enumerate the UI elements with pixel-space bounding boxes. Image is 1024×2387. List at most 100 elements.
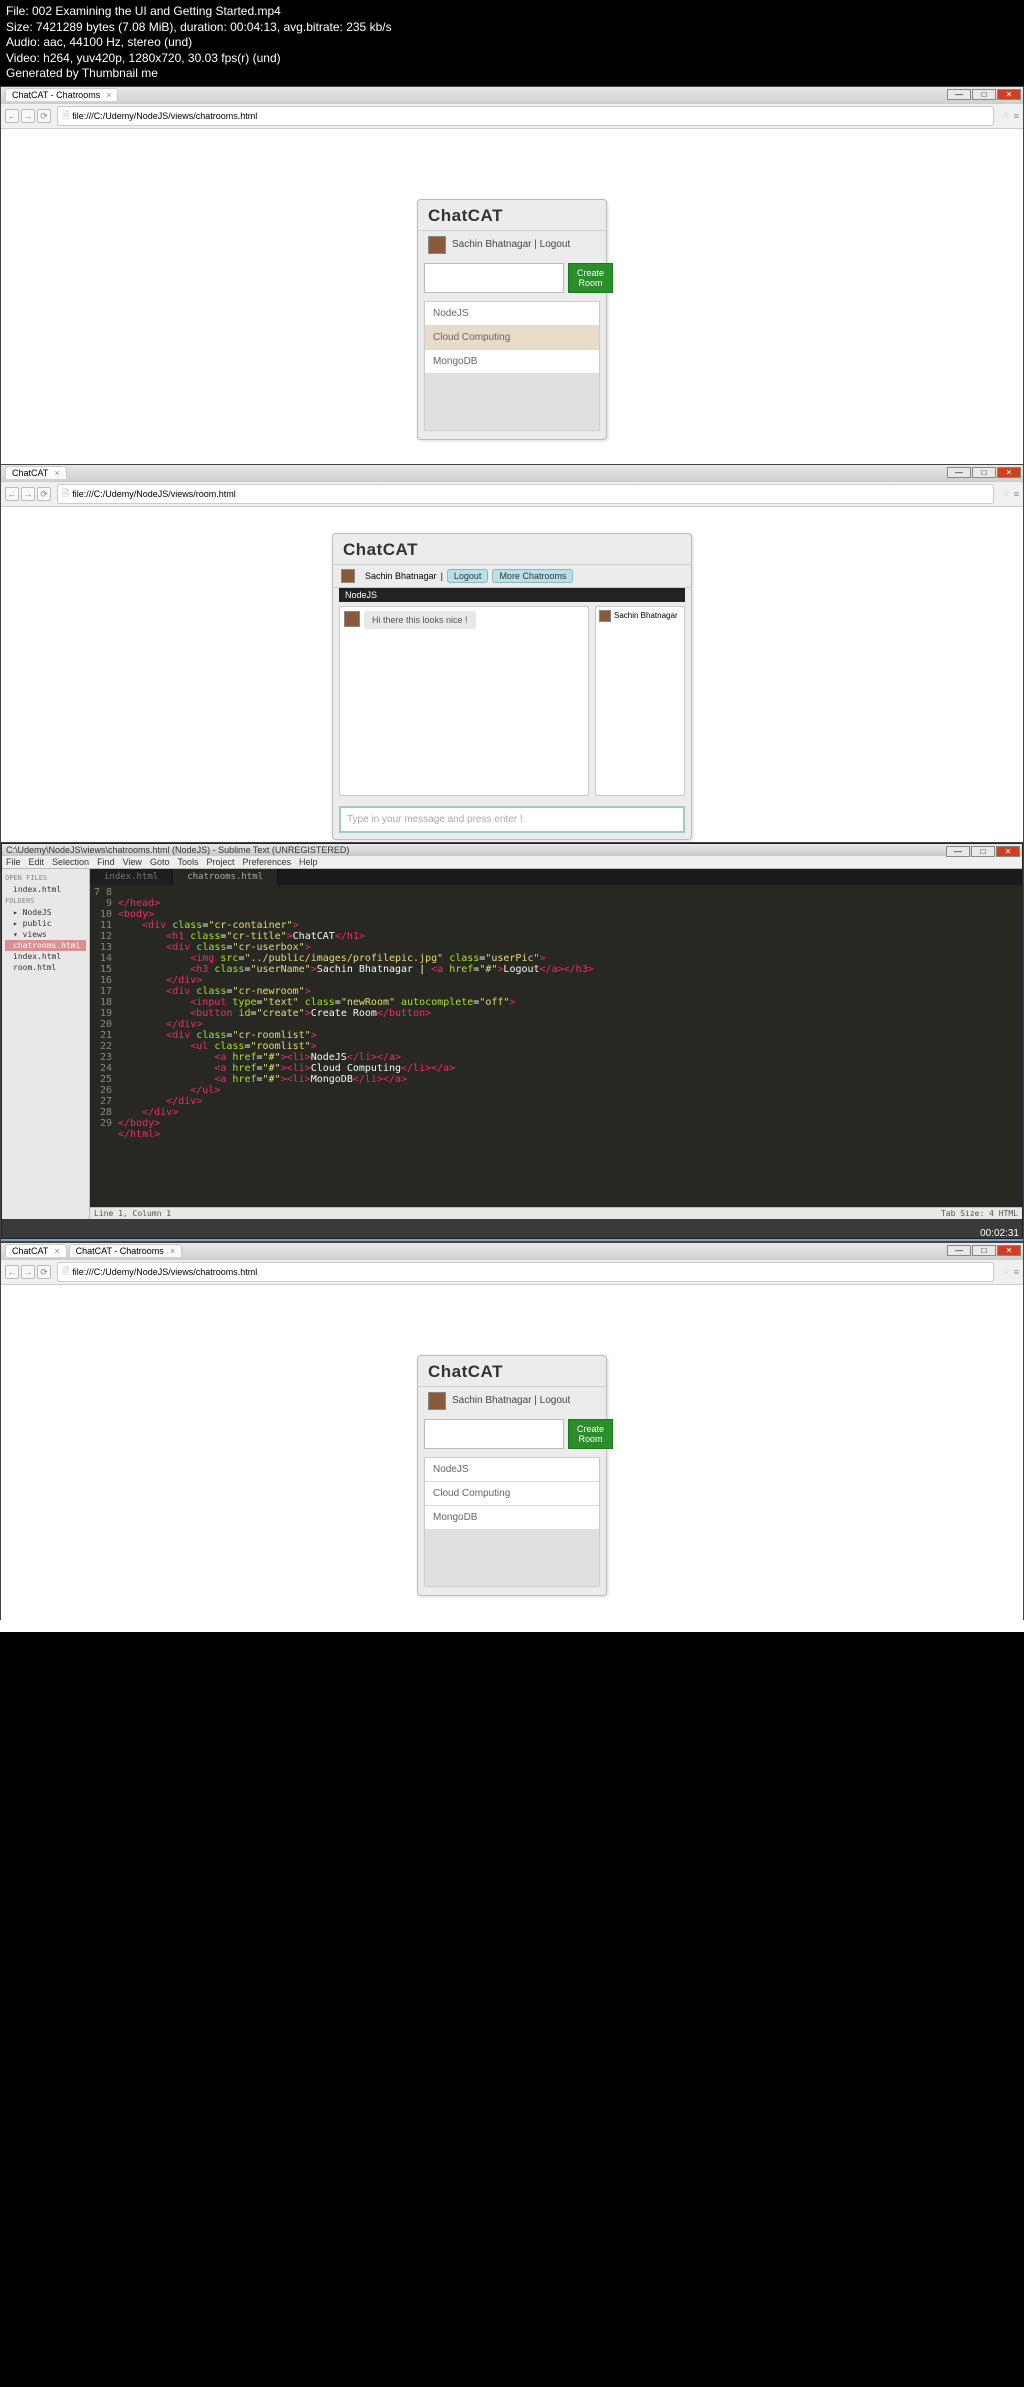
chatcat-room-panel: ChatCAT Sachin Bhatnagar | Logout More C… (332, 533, 692, 840)
reload-button[interactable]: ⟳ (37, 109, 51, 123)
editor-title-bar: C:\Udemy\NodeJS\views\chatrooms.html (No… (2, 844, 1022, 856)
room-item[interactable]: NodeJS (425, 1458, 599, 1482)
logout-link[interactable]: Logout (540, 239, 571, 250)
logout-button[interactable]: Logout (447, 569, 489, 583)
browser-tabstrip: ChatCAT× ChatCAT - Chatrooms× (1, 1243, 1023, 1259)
editor-tab[interactable]: index.html (90, 869, 173, 885)
tab-close-icon[interactable]: × (54, 1246, 59, 1256)
window-minimize-icon[interactable]: — (947, 467, 971, 478)
address-bar[interactable]: 🗎file:///C:/Udemy/NodeJS/views/room.html (57, 484, 994, 504)
window-maximize-icon[interactable]: □ (972, 1245, 996, 1256)
file-icon: 🗎 (62, 486, 69, 502)
thumbnail-frame-3: — □ ✕ C:\Udemy\NodeJS\views\chatrooms.ht… (0, 842, 1024, 1242)
thumbnail-frame-4: — □ ✕ ChatCAT× ChatCAT - Chatrooms× ← → … (0, 1242, 1024, 1620)
browser-tab[interactable]: ChatCAT - Chatrooms× (69, 1244, 182, 1257)
message-input[interactable]: Type in your message and press enter ! (339, 806, 685, 833)
new-room-input[interactable] (424, 263, 564, 293)
address-bar[interactable]: 🗎file:///C:/Udemy/NodeJS/views/chatrooms… (57, 106, 994, 126)
code-content[interactable]: </head> <body> <div class="cr-container"… (118, 885, 1022, 1207)
tab-close-icon[interactable]: × (170, 1246, 175, 1256)
logout-link[interactable]: Logout (540, 1395, 571, 1406)
new-room-row: Create Room (418, 1415, 606, 1453)
browser-toolbar: ← → ⟳ 🗎file:///C:/Udemy/NodeJS/views/roo… (1, 481, 1023, 507)
window-close-icon[interactable]: ✕ (996, 846, 1020, 857)
app-title: ChatCAT (333, 534, 691, 565)
browser-tab[interactable]: ChatCAT× (5, 1244, 67, 1257)
file-icon: 🗎 (62, 108, 69, 124)
window-maximize-icon[interactable]: □ (972, 89, 996, 100)
room-item[interactable]: Cloud Computing (425, 1482, 599, 1506)
forward-button[interactable]: → (21, 1265, 35, 1279)
bookmark-icon[interactable]: ☆ (1002, 488, 1010, 499)
thumbnail-frame-2: — □ ✕ ChatCAT× ← → ⟳ 🗎file:///C:/Udemy/N… (0, 464, 1024, 842)
user-box: Sachin Bhatnagar | Logout (418, 231, 606, 259)
room-list: NodeJS Cloud Computing MongoDB (424, 1457, 600, 1587)
chat-message: Hi there this looks nice ! (340, 607, 588, 633)
more-chatrooms-button[interactable]: More Chatrooms (492, 569, 573, 583)
back-button[interactable]: ← (5, 487, 19, 501)
window-minimize-icon[interactable]: — (946, 846, 970, 857)
room-list: NodeJS Cloud Computing MongoDB (424, 301, 600, 431)
users-pane: Sachin Bhatnagar (595, 606, 685, 796)
menu-icon[interactable]: ≡ (1014, 489, 1019, 499)
editor-menu-bar[interactable]: FileEditSelectionFindViewGotoToolsProjec… (2, 856, 1022, 869)
create-room-button[interactable]: Create Room (568, 1419, 613, 1449)
avatar (599, 610, 611, 622)
room-item[interactable]: MongoDB (425, 350, 599, 374)
room-item[interactable]: MongoDB (425, 1506, 599, 1530)
new-room-row: Create Room (418, 259, 606, 297)
window-close-icon[interactable]: ✕ (997, 1245, 1021, 1256)
avatar (428, 1392, 446, 1410)
timestamp: 00:03:21 (980, 1606, 1019, 1617)
create-room-button[interactable]: Create Room (568, 263, 613, 293)
tab-close-icon[interactable]: × (106, 90, 111, 100)
back-button[interactable]: ← (5, 1265, 19, 1279)
avatar (344, 611, 360, 627)
browser-toolbar: ← → ⟳ 🗎file:///C:/Udemy/NodeJS/views/cha… (1, 1259, 1023, 1285)
browser-tab[interactable]: ChatCAT - Chatrooms× (5, 88, 118, 101)
app-title: ChatCAT (418, 200, 606, 231)
bookmark-icon[interactable]: ☆ (1002, 1266, 1010, 1277)
forward-button[interactable]: → (21, 109, 35, 123)
line-gutter: 7 8 9 10 11 12 13 14 15 16 17 18 19 20 2… (90, 885, 118, 1207)
reload-button[interactable]: ⟳ (37, 1265, 51, 1279)
video-metadata: File: 002 Examining the UI and Getting S… (0, 0, 1024, 86)
editor-tab[interactable]: chatrooms.html (173, 869, 278, 885)
message-text: Hi there this looks nice ! (364, 611, 476, 629)
menu-icon[interactable]: ≡ (1014, 111, 1019, 121)
messages-pane: Hi there this looks nice ! (339, 606, 589, 796)
browser-tabstrip: ChatCAT× (1, 465, 1023, 481)
window-minimize-icon[interactable]: — (947, 89, 971, 100)
window-maximize-icon[interactable]: □ (972, 467, 996, 478)
browser-tab[interactable]: ChatCAT× (5, 466, 67, 479)
address-bar[interactable]: 🗎file:///C:/Udemy/NodeJS/views/chatrooms… (57, 1262, 994, 1282)
new-room-input[interactable] (424, 1419, 564, 1449)
avatar (428, 236, 446, 254)
window-close-icon[interactable]: ✕ (997, 467, 1021, 478)
room-toolbar: Sachin Bhatnagar | Logout More Chatrooms (333, 565, 691, 588)
window-minimize-icon[interactable]: — (947, 1245, 971, 1256)
current-room-bar: NodeJS (339, 588, 685, 602)
timestamp: 00:00:52 (980, 450, 1019, 461)
browser-toolbar: ← → ⟳ 🗎file:///C:/Udemy/NodeJS/views/cha… (1, 103, 1023, 129)
chatcat-panel: ChatCAT Sachin Bhatnagar | Logout Create… (417, 199, 607, 440)
menu-icon[interactable]: ≡ (1014, 1267, 1019, 1277)
window-maximize-icon[interactable]: □ (971, 846, 995, 857)
editor-status-bar: Line 1, Column 1Tab Size: 4 HTML (90, 1207, 1022, 1219)
forward-button[interactable]: → (21, 487, 35, 501)
room-item[interactable]: Cloud Computing (425, 326, 599, 350)
reload-button[interactable]: ⟳ (37, 487, 51, 501)
thumbnail-frame-1: — □ ✕ ChatCAT - Chatrooms× ← → ⟳ 🗎file:/… (0, 86, 1024, 464)
browser-tabstrip: ChatCAT - Chatrooms× (1, 87, 1023, 103)
code-editor[interactable]: 7 8 9 10 11 12 13 14 15 16 17 18 19 20 2… (90, 885, 1022, 1207)
editor-tabs[interactable]: index.html chatrooms.html (90, 869, 1022, 885)
editor-sidebar[interactable]: OPEN FILES index.html FOLDERS ▸ NodeJS ▸… (2, 869, 90, 1219)
window-close-icon[interactable]: ✕ (997, 89, 1021, 100)
tab-close-icon[interactable]: × (54, 468, 59, 478)
room-item[interactable]: NodeJS (425, 302, 599, 326)
bookmark-icon[interactable]: ☆ (1002, 110, 1010, 121)
user-box: Sachin Bhatnagar | Logout (418, 1387, 606, 1415)
file-icon: 🗎 (62, 1264, 69, 1280)
back-button[interactable]: ← (5, 109, 19, 123)
chatcat-panel: ChatCAT Sachin Bhatnagar | Logout Create… (417, 1355, 607, 1596)
